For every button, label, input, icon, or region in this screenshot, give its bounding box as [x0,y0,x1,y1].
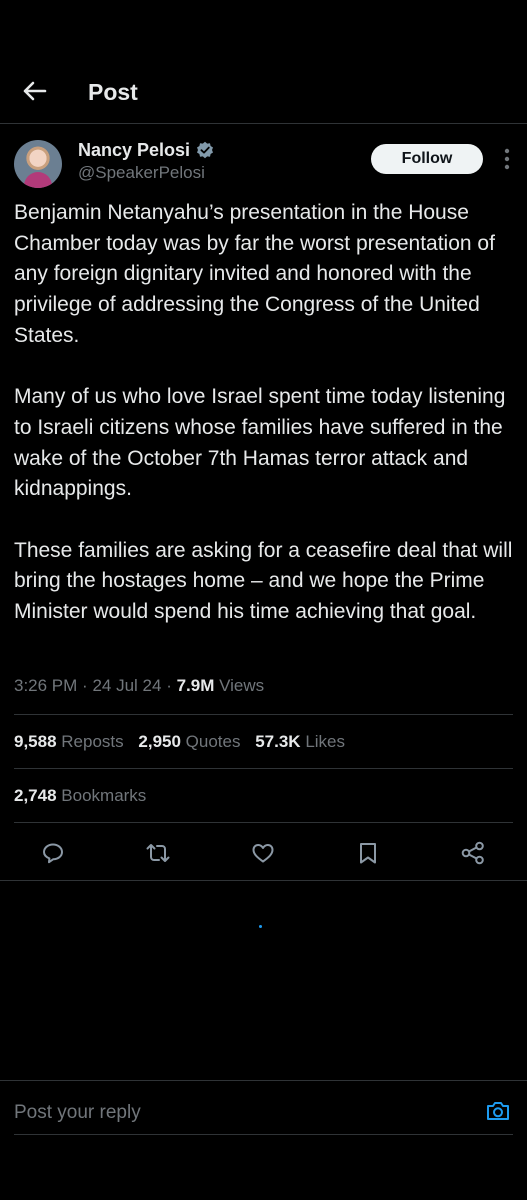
bookmarks-stat[interactable]: 2,748 Bookmarks [14,784,146,808]
likes-stat[interactable]: 57.3K Likes [255,732,345,751]
quotes-label: Quotes [185,732,241,751]
reposts-count: 9,588 [14,732,57,751]
post-time[interactable]: 3:26 PM [14,676,77,695]
author-handle[interactable]: @SpeakerPelosi [78,162,205,184]
verified-badge-icon [196,141,214,159]
repost-icon[interactable] [145,840,171,866]
more-options-icon[interactable] [496,146,518,172]
reply-input[interactable] [14,1098,454,1128]
bookmarks-count: 2,748 [14,786,57,805]
post-paragraph: Benjamin Netanyahu’s presentation in the… [14,201,495,347]
post-text: Benjamin Netanyahu’s presentation in the… [14,198,514,659]
follow-button[interactable]: Follow [371,144,483,174]
post-meta: 3:26 PM · 24 Jul 24 · 7.9M Views [14,674,264,698]
meta-separator: · [166,676,172,695]
share-icon[interactable] [460,840,486,866]
author-name: Nancy Pelosi [78,140,191,160]
divider [14,768,513,769]
reply-icon[interactable] [40,840,66,866]
views-label: Views [219,676,265,695]
divider [14,714,513,715]
quotes-count: 2,950 [138,732,181,751]
reply-underline [14,1134,513,1135]
divider [14,822,513,823]
back-arrow-icon[interactable] [18,76,52,106]
post-paragraph: Many of us who love Israel spent time to… [14,385,506,501]
bookmarks-label: Bookmarks [61,786,147,805]
like-icon[interactable] [250,840,276,866]
engagement-stats: 9,588 Reposts 2,950 Quotes 57.3K Likes [14,730,355,754]
top-bar: Post [0,0,527,124]
divider [0,880,527,881]
views-count: 7.9M [176,676,215,695]
loading-indicator [259,925,262,928]
camera-icon[interactable] [484,1098,512,1124]
post-paragraph: These families are asking for a ceasefir… [14,538,513,624]
likes-label: Likes [305,732,346,751]
likes-count: 57.3K [255,732,301,751]
page-title: Post [88,79,138,105]
reposts-stat[interactable]: 9,588 Reposts [14,732,124,751]
reposts-label: Reposts [61,732,124,751]
quotes-stat[interactable]: 2,950 Quotes [138,732,240,751]
meta-separator: · [82,676,88,695]
author-name-row[interactable]: Nancy Pelosi [78,138,214,162]
bookmark-icon[interactable] [355,840,381,866]
avatar[interactable] [14,140,62,188]
post-date[interactable]: 24 Jul 24 [92,676,161,695]
